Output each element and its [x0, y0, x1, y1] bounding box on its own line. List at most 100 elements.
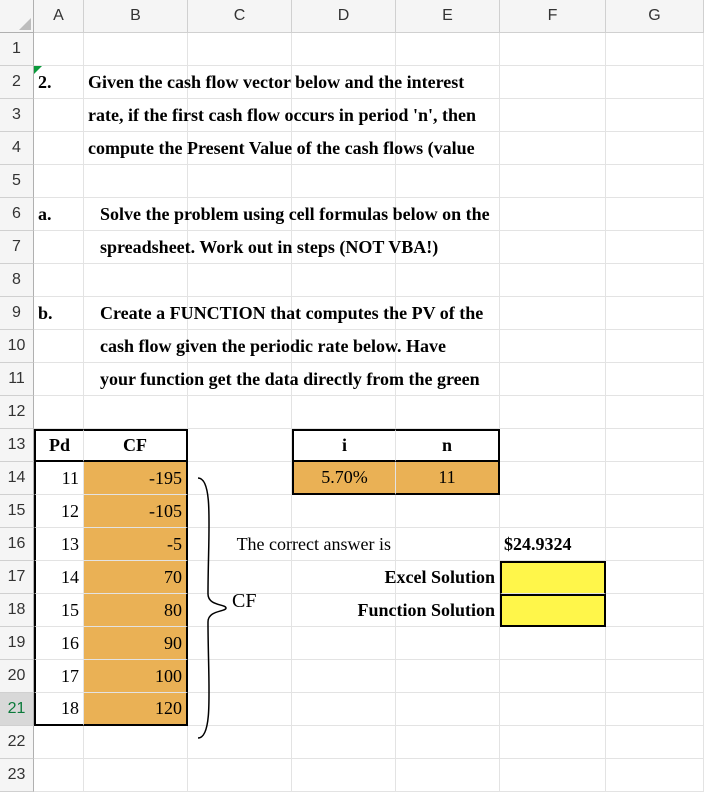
col-hdr-G[interactable]: G — [606, 0, 704, 33]
row-hdr-5[interactable]: 5 — [0, 165, 34, 198]
row-hdr-19[interactable]: 19 — [0, 627, 34, 660]
cell-D16[interactable]: The correct answer is — [292, 528, 396, 561]
cell-A4[interactable] — [34, 132, 84, 165]
cell-F10[interactable] — [500, 330, 606, 363]
cell-B17[interactable]: 70 — [84, 561, 188, 594]
row-hdr-9[interactable]: 9 — [0, 297, 34, 330]
cell-G2[interactable] — [606, 66, 704, 99]
cell-C13[interactable] — [188, 429, 292, 462]
cell-E17-excel[interactable]: Excel Solution — [396, 561, 500, 594]
cell-C14[interactable] — [188, 462, 292, 495]
row-hdr-18[interactable]: 18 — [0, 594, 34, 627]
cell-D8[interactable] — [292, 264, 396, 297]
col-hdr-F[interactable]: F — [500, 0, 606, 33]
row-hdr-2[interactable]: 2 — [0, 66, 34, 99]
cell-B6[interactable]: Solve the problem using cell formulas be… — [84, 198, 188, 231]
cell-B11[interactable]: your function get the data directly from… — [84, 363, 188, 396]
cell-E18-func[interactable]: Function Solution — [396, 594, 500, 627]
cell-F22[interactable] — [500, 726, 606, 759]
row-hdr-17[interactable]: 17 — [0, 561, 34, 594]
cell-F20[interactable] — [500, 660, 606, 693]
row-hdr-16[interactable]: 16 — [0, 528, 34, 561]
cell-G14[interactable] — [606, 462, 704, 495]
cell-A8[interactable] — [34, 264, 84, 297]
cell-E19[interactable] — [396, 627, 500, 660]
cell-G7[interactable] — [606, 231, 704, 264]
cell-D21[interactable] — [292, 693, 396, 726]
cell-G12[interactable] — [606, 396, 704, 429]
row-hdr-8[interactable]: 8 — [0, 264, 34, 297]
cell-B15[interactable]: -105 — [84, 495, 188, 528]
cell-F16-answer[interactable]: $24.9324 — [500, 528, 606, 561]
select-all-corner[interactable] — [0, 0, 34, 33]
cell-B3[interactable]: rate, if the first cash flow occurs in p… — [84, 99, 188, 132]
cell-A2[interactable]: 2. — [34, 66, 84, 99]
cell-F13[interactable] — [500, 429, 606, 462]
cell-G20[interactable] — [606, 660, 704, 693]
cell-E13-n[interactable]: n — [396, 429, 500, 462]
row-hdr-11[interactable]: 11 — [0, 363, 34, 396]
cell-B9[interactable]: Create a FUNCTION that computes the PV o… — [84, 297, 188, 330]
cell-B13-CF[interactable]: CF — [84, 429, 188, 462]
cell-C1[interactable] — [188, 33, 292, 66]
cell-A13-Pd[interactable]: Pd — [34, 429, 84, 462]
col-hdr-B[interactable]: B — [84, 0, 188, 33]
cell-D20[interactable] — [292, 660, 396, 693]
row-hdr-6[interactable]: 6 — [0, 198, 34, 231]
col-hdr-C[interactable]: C — [188, 0, 292, 33]
cell-C5[interactable] — [188, 165, 292, 198]
row-hdr-13[interactable]: 13 — [0, 429, 34, 462]
cell-D15[interactable] — [292, 495, 396, 528]
cell-F11[interactable] — [500, 363, 606, 396]
cell-F18-func-sol[interactable] — [500, 594, 606, 627]
cell-E8[interactable] — [396, 264, 500, 297]
cell-E21[interactable] — [396, 693, 500, 726]
cell-F8[interactable] — [500, 264, 606, 297]
cell-D12[interactable] — [292, 396, 396, 429]
cell-B21[interactable]: 120 — [84, 693, 188, 726]
cell-G21[interactable] — [606, 693, 704, 726]
cell-A12[interactable] — [34, 396, 84, 429]
cell-E5[interactable] — [396, 165, 500, 198]
cell-C8[interactable] — [188, 264, 292, 297]
cell-A20[interactable]: 17 — [34, 660, 84, 693]
cell-G4[interactable] — [606, 132, 704, 165]
row-hdr-4[interactable]: 4 — [0, 132, 34, 165]
cell-B20[interactable]: 100 — [84, 660, 188, 693]
cell-C22[interactable] — [188, 726, 292, 759]
spreadsheet-grid[interactable]: A B C D E F G 1 2 2. Given the cash flow… — [0, 0, 704, 792]
cell-F14[interactable] — [500, 462, 606, 495]
col-hdr-E[interactable]: E — [396, 0, 500, 33]
cell-A7[interactable] — [34, 231, 84, 264]
col-hdr-A[interactable]: A — [34, 0, 84, 33]
cell-F19[interactable] — [500, 627, 606, 660]
cell-E12[interactable] — [396, 396, 500, 429]
cell-A15[interactable]: 12 — [34, 495, 84, 528]
row-hdr-12[interactable]: 12 — [0, 396, 34, 429]
row-hdr-1[interactable]: 1 — [0, 33, 34, 66]
cell-A5[interactable] — [34, 165, 84, 198]
cell-G5[interactable] — [606, 165, 704, 198]
cell-F12[interactable] — [500, 396, 606, 429]
cell-G1[interactable] — [606, 33, 704, 66]
row-hdr-7[interactable]: 7 — [0, 231, 34, 264]
cell-A10[interactable] — [34, 330, 84, 363]
cell-F7[interactable] — [500, 231, 606, 264]
cell-E20[interactable] — [396, 660, 500, 693]
cell-D13-i[interactable]: i — [292, 429, 396, 462]
cell-G16[interactable] — [606, 528, 704, 561]
cell-D19[interactable] — [292, 627, 396, 660]
cell-C19[interactable] — [188, 627, 292, 660]
col-hdr-D[interactable]: D — [292, 0, 396, 33]
cell-A14[interactable]: 11 — [34, 462, 84, 495]
row-hdr-20[interactable]: 20 — [0, 660, 34, 693]
cell-G10[interactable] — [606, 330, 704, 363]
cell-G9[interactable] — [606, 297, 704, 330]
cell-A16[interactable]: 13 — [34, 528, 84, 561]
cell-B7[interactable]: spreadsheet. Work out in steps (NOT VBA!… — [84, 231, 188, 264]
cell-C21[interactable] — [188, 693, 292, 726]
cell-F17-excel-sol[interactable] — [500, 561, 606, 594]
cell-C15[interactable] — [188, 495, 292, 528]
cell-A19[interactable]: 16 — [34, 627, 84, 660]
cell-D1[interactable] — [292, 33, 396, 66]
